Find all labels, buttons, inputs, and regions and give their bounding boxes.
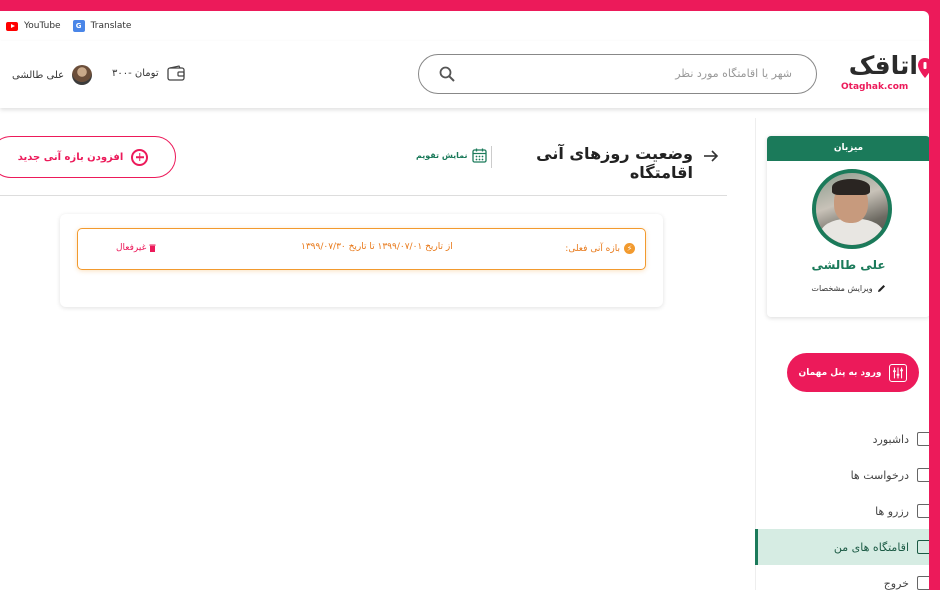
wallet-icon	[166, 65, 185, 81]
host-label: میزبان	[767, 136, 929, 161]
search-box[interactable]: شهر یا اقامتگاه مورد نظر	[418, 54, 817, 94]
show-calendar-link[interactable]: نمایش تقویم	[416, 148, 487, 163]
avatar	[72, 65, 93, 85]
sidebar-item-my-listings[interactable]: اقامتگاه های من	[755, 529, 929, 565]
bed-icon	[917, 504, 929, 518]
bookmark-label: YouTube	[24, 21, 61, 31]
sidebar-item-label: داشبورد	[872, 432, 909, 446]
sidebar-item-logout[interactable]: خروج	[755, 565, 929, 590]
sidebar-item-label: خروج	[883, 576, 909, 590]
guest-panel-label: ورود به پنل مهمان	[798, 367, 882, 378]
search-input[interactable]: شهر یا اقامتگاه مورد نظر	[675, 67, 792, 80]
page-title: وضعیت روزهای آنی اقامتگاه	[536, 144, 693, 182]
pin-icon	[918, 58, 929, 78]
deactivate-button[interactable]: غیرفعال	[116, 243, 156, 253]
sidebar-menu: داشبورد درخواست ها رزرو ها اقامتگاه های …	[755, 421, 929, 590]
translate-icon: G	[72, 20, 85, 32]
bookmark-youtube[interactable]: YouTube	[6, 21, 61, 31]
youtube-icon	[6, 21, 18, 31]
bookmarks-bar: YouTube G Translate	[0, 11, 929, 41]
sidebar-item-label: رزرو ها	[875, 504, 909, 518]
wallet[interactable]: ۳۰۰- تومان	[112, 65, 185, 81]
header-divider	[0, 195, 727, 196]
pencil-icon	[877, 285, 885, 292]
sidebar-item-requests[interactable]: درخواست ها	[755, 457, 929, 493]
trash-icon	[149, 244, 156, 252]
period-label: ⚡ بازه آنی فعلی:	[565, 243, 635, 254]
main-content: افزودن بازه آنی جدید نمایش تقویم وضعیت ر…	[0, 108, 755, 590]
search-icon[interactable]	[439, 66, 455, 82]
sidebar-item-label: اقامتگاه های من	[833, 540, 909, 554]
home-icon	[917, 468, 929, 482]
show-calendar-label: نمایش تقویم	[416, 151, 468, 160]
title-separator	[491, 146, 492, 168]
user-menu[interactable]: علی طالشی	[12, 65, 93, 85]
arrow-right-icon[interactable]	[703, 148, 719, 164]
period-status-text: غیرفعال	[116, 243, 147, 253]
guest-panel-button[interactable]: ورود به پنل مهمان	[787, 353, 919, 392]
host-name: علی طالشی	[811, 258, 886, 272]
user-name: علی طالشی	[12, 69, 65, 81]
dashboard-icon	[917, 432, 929, 446]
sidebar-item-reservations[interactable]: رزرو ها	[755, 493, 929, 529]
edit-profile-label: ویرایش مشخصات	[811, 284, 873, 293]
period-label-text: بازه آنی فعلی:	[565, 243, 620, 254]
site-logo[interactable]: اتاقک Otaghak.com	[838, 51, 929, 97]
logo-text: اتاقک	[848, 51, 918, 80]
browser-window: YouTube G Translate علی طالشی ۳۰۰- تومان…	[0, 11, 929, 590]
house-icon	[917, 540, 929, 554]
bookmark-translate[interactable]: G Translate	[72, 20, 132, 32]
calendar-icon	[471, 148, 487, 163]
plus-circle-icon	[131, 148, 149, 166]
period-card: ⚡ بازه آنی فعلی: از تاریخ ۱۳۹۹/۰۷/۰۱ تا …	[60, 214, 663, 307]
sidebar-item-dashboard[interactable]: داشبورد	[755, 421, 929, 457]
host-avatar	[812, 169, 892, 249]
sliders-icon	[889, 363, 908, 382]
logout-icon	[917, 576, 929, 590]
bookmark-label: Translate	[90, 21, 132, 31]
site-header: علی طالشی ۳۰۰- تومان شهر یا اقامتگاه مور…	[0, 41, 929, 108]
logo-subtitle: Otaghak.com	[841, 82, 909, 92]
current-period-row: ⚡ بازه آنی فعلی: از تاریخ ۱۳۹۹/۰۷/۰۱ تا …	[77, 228, 646, 270]
wallet-amount: ۳۰۰- تومان	[112, 67, 159, 79]
bolt-icon: ⚡	[624, 243, 635, 254]
host-profile-card: میزبان علی طالشی ویرایش مشخصات	[767, 136, 929, 317]
sidebar-item-label: درخواست ها	[850, 468, 909, 482]
edit-profile-link[interactable]: ویرایش مشخصات	[767, 284, 929, 293]
add-period-button[interactable]: افزودن بازه آنی جدید	[0, 136, 176, 178]
period-range: از تاریخ ۱۳۹۹/۰۷/۰۱ تا تاریخ ۱۳۹۹/۰۷/۳۰	[301, 242, 453, 252]
add-period-label: افزودن بازه آنی جدید	[17, 151, 124, 163]
